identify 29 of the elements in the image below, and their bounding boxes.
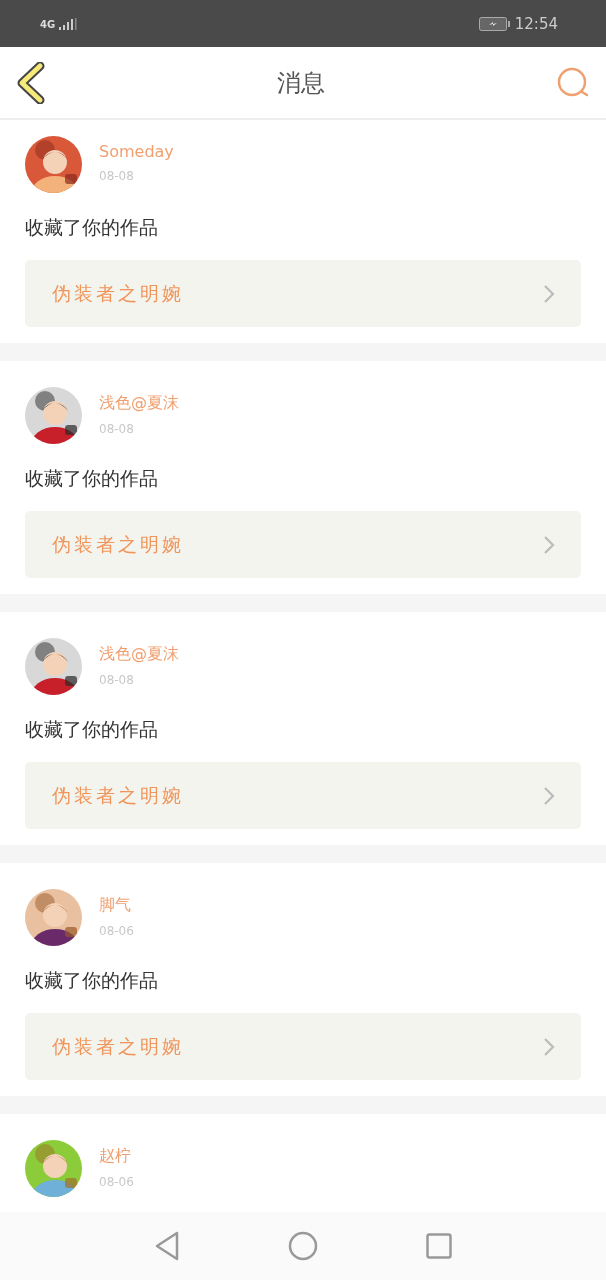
work-link[interactable]: 伪装者之明婉 <box>25 511 581 578</box>
clock: 12:54 <box>514 14 558 33</box>
message-text: 收藏了你的作品 <box>25 466 159 491</box>
message-text: 收藏了你的作品 <box>25 215 159 240</box>
back-icon[interactable] <box>16 61 46 104</box>
work-link[interactable]: 伪装者之明婉 <box>25 1013 581 1080</box>
battery-icon <box>478 16 511 31</box>
message-text: 收藏了你的作品 <box>25 717 159 742</box>
chevron-right-icon <box>543 283 555 304</box>
message-text: 收藏了你的作品 <box>25 968 159 993</box>
signal-icon <box>57 17 78 30</box>
recent-apps-icon[interactable] <box>426 1233 452 1259</box>
work-title: 伪装者之明婉 <box>52 1033 184 1059</box>
work-link[interactable]: 伪装者之明婉 <box>25 762 581 829</box>
user-name[interactable]: Someday <box>99 142 174 161</box>
work-title: 伪装者之明婉 <box>52 782 184 808</box>
user-name[interactable]: 浅色@夏沫 <box>99 393 179 414</box>
network-type: 4G <box>40 18 56 30</box>
work-title: 伪装者之明婉 <box>52 280 184 306</box>
page-title: 消息 <box>277 67 325 99</box>
work-link[interactable]: 伪装者之明婉 <box>25 260 581 327</box>
user-name[interactable]: 浅色@夏沫 <box>99 644 179 665</box>
chevron-right-icon <box>543 1036 555 1057</box>
user-name[interactable]: 赵柠 <box>99 1146 134 1167</box>
chevron-right-icon <box>543 785 555 806</box>
user-name[interactable]: 脚气 <box>99 895 134 916</box>
home-icon[interactable] <box>288 1231 318 1261</box>
chevron-right-icon <box>543 534 555 555</box>
work-title: 伪装者之明婉 <box>52 531 184 557</box>
